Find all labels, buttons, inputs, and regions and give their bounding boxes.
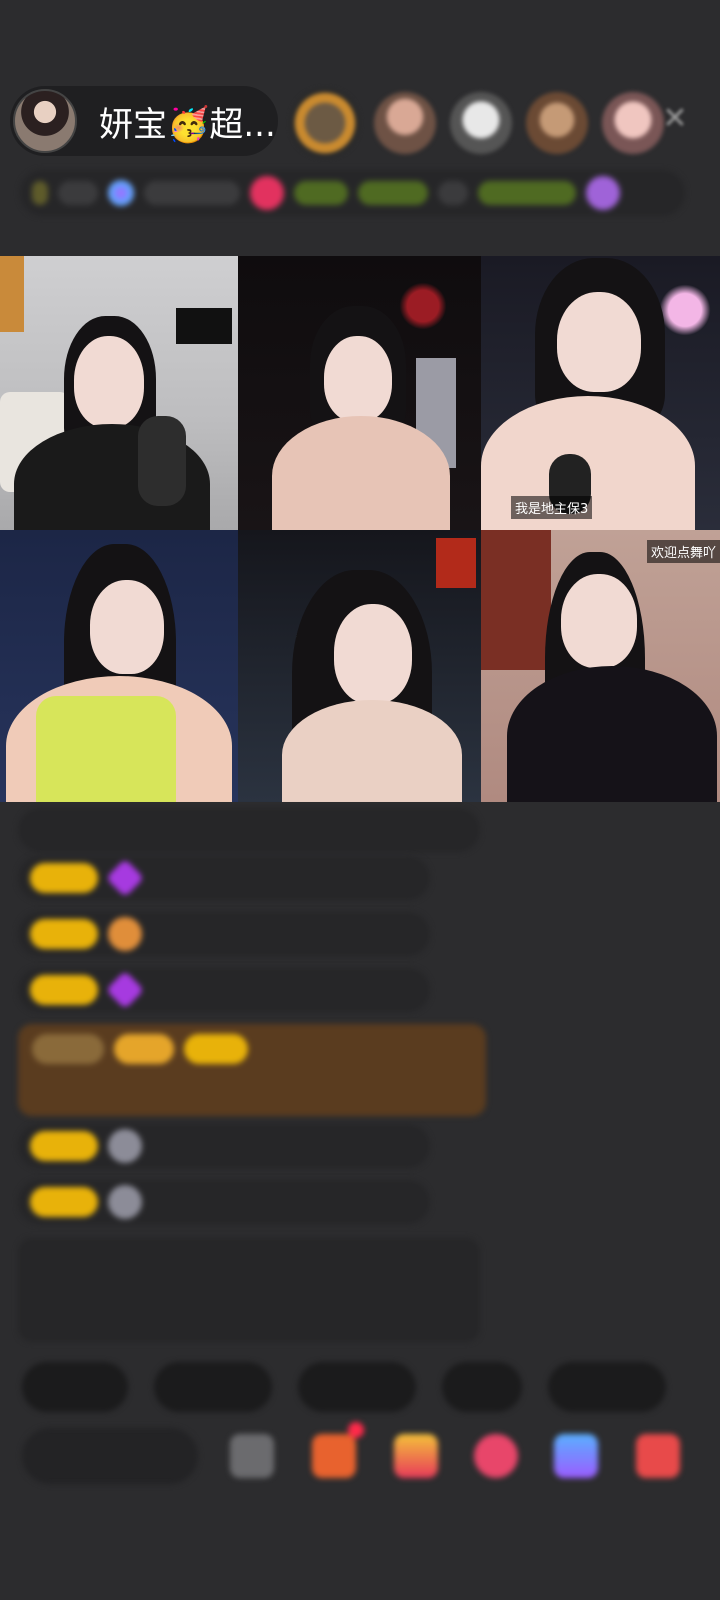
room-info-strip[interactable]: [20, 170, 685, 216]
chat-message[interactable]: [18, 1180, 430, 1224]
video-tile[interactable]: 欢迎点舞吖: [481, 530, 720, 802]
gift-icon[interactable]: [636, 1434, 680, 1478]
tile-label: 我是地主保3: [511, 496, 593, 519]
level-badge: [30, 1131, 98, 1161]
level-badge: [114, 1034, 174, 1064]
video-tile[interactable]: [238, 256, 481, 530]
quick-reply-button[interactable]: [298, 1362, 416, 1412]
viewer-avatar[interactable]: [602, 92, 664, 154]
quick-reply-button[interactable]: [22, 1362, 128, 1412]
decoration: [0, 256, 24, 332]
chat-announcement: [18, 1238, 480, 1342]
info-chip: [438, 181, 468, 205]
level-badge: [184, 1034, 248, 1064]
tile-label: 欢迎点舞吖: [646, 540, 720, 563]
notification-dot: [348, 1422, 364, 1438]
level-badge: [30, 1187, 98, 1217]
badge-icon: [250, 176, 284, 210]
host-name[interactable]: 妍宝🥳超...: [99, 97, 276, 146]
quick-reply-button[interactable]: [442, 1362, 522, 1412]
host-info[interactable]: 妍宝🥳超...: [10, 86, 278, 156]
fan-club-icon: [108, 917, 142, 951]
quick-reply-button[interactable]: [548, 1362, 666, 1412]
chat-message[interactable]: [18, 968, 430, 1012]
painting: [481, 530, 551, 670]
quick-reply-button[interactable]: [154, 1362, 272, 1412]
video-tile[interactable]: [238, 530, 481, 802]
heart-gift-icon[interactable]: [474, 1434, 518, 1478]
live-room-screen: 妍宝🥳超... ✕ 我是地主保3 欢迎点舞吖: [0, 0, 720, 1600]
level-badge: [30, 975, 98, 1005]
video-grid: 我是地主保3 欢迎点舞吖: [0, 256, 720, 802]
comment-input[interactable]: [22, 1428, 198, 1484]
info-chip: [58, 181, 98, 205]
flower-decoration: [398, 276, 448, 336]
bottom-bar: [22, 1422, 702, 1488]
viewer-avatar[interactable]: [450, 92, 512, 154]
info-chip: [32, 181, 48, 205]
info-chip: [294, 181, 348, 205]
viewer-avatars: [290, 88, 664, 158]
sign-decoration: [436, 538, 476, 588]
close-icon[interactable]: ✕: [660, 104, 690, 134]
info-chip: [358, 181, 428, 205]
video-tile[interactable]: [0, 256, 238, 530]
clothing: [36, 696, 176, 802]
crown-icon: [586, 176, 620, 210]
viewer-avatar[interactable]: [526, 92, 588, 154]
viewer-avatar[interactable]: [290, 88, 360, 158]
more-icon[interactable]: [230, 1434, 274, 1478]
chat-system-message: [18, 808, 480, 852]
avatar: [108, 1185, 142, 1219]
video-tile[interactable]: 我是地主保3: [481, 256, 720, 530]
level-badge: [30, 863, 98, 893]
chat-message[interactable]: [18, 856, 430, 900]
lamp: [176, 308, 232, 344]
level-badge: [32, 1034, 104, 1064]
microphone: [138, 416, 186, 506]
viewer-avatar[interactable]: [374, 92, 436, 154]
info-chip: [144, 181, 240, 205]
rank-icon: [108, 180, 134, 206]
video-tile[interactable]: [0, 530, 238, 802]
share-icon[interactable]: [554, 1434, 598, 1478]
chat-highlight-message[interactable]: [18, 1024, 486, 1116]
quick-replies: [22, 1362, 666, 1412]
host-avatar[interactable]: [13, 89, 77, 153]
avatar: [108, 1129, 142, 1163]
chat-message[interactable]: [18, 912, 430, 956]
treasure-icon[interactable]: [394, 1434, 438, 1478]
chat-message[interactable]: [18, 1124, 430, 1168]
gem-icon: [105, 970, 145, 1010]
info-chip: [478, 181, 576, 205]
gift-box-icon[interactable]: [312, 1434, 356, 1478]
level-badge: [30, 919, 98, 949]
gem-icon: [105, 858, 145, 898]
